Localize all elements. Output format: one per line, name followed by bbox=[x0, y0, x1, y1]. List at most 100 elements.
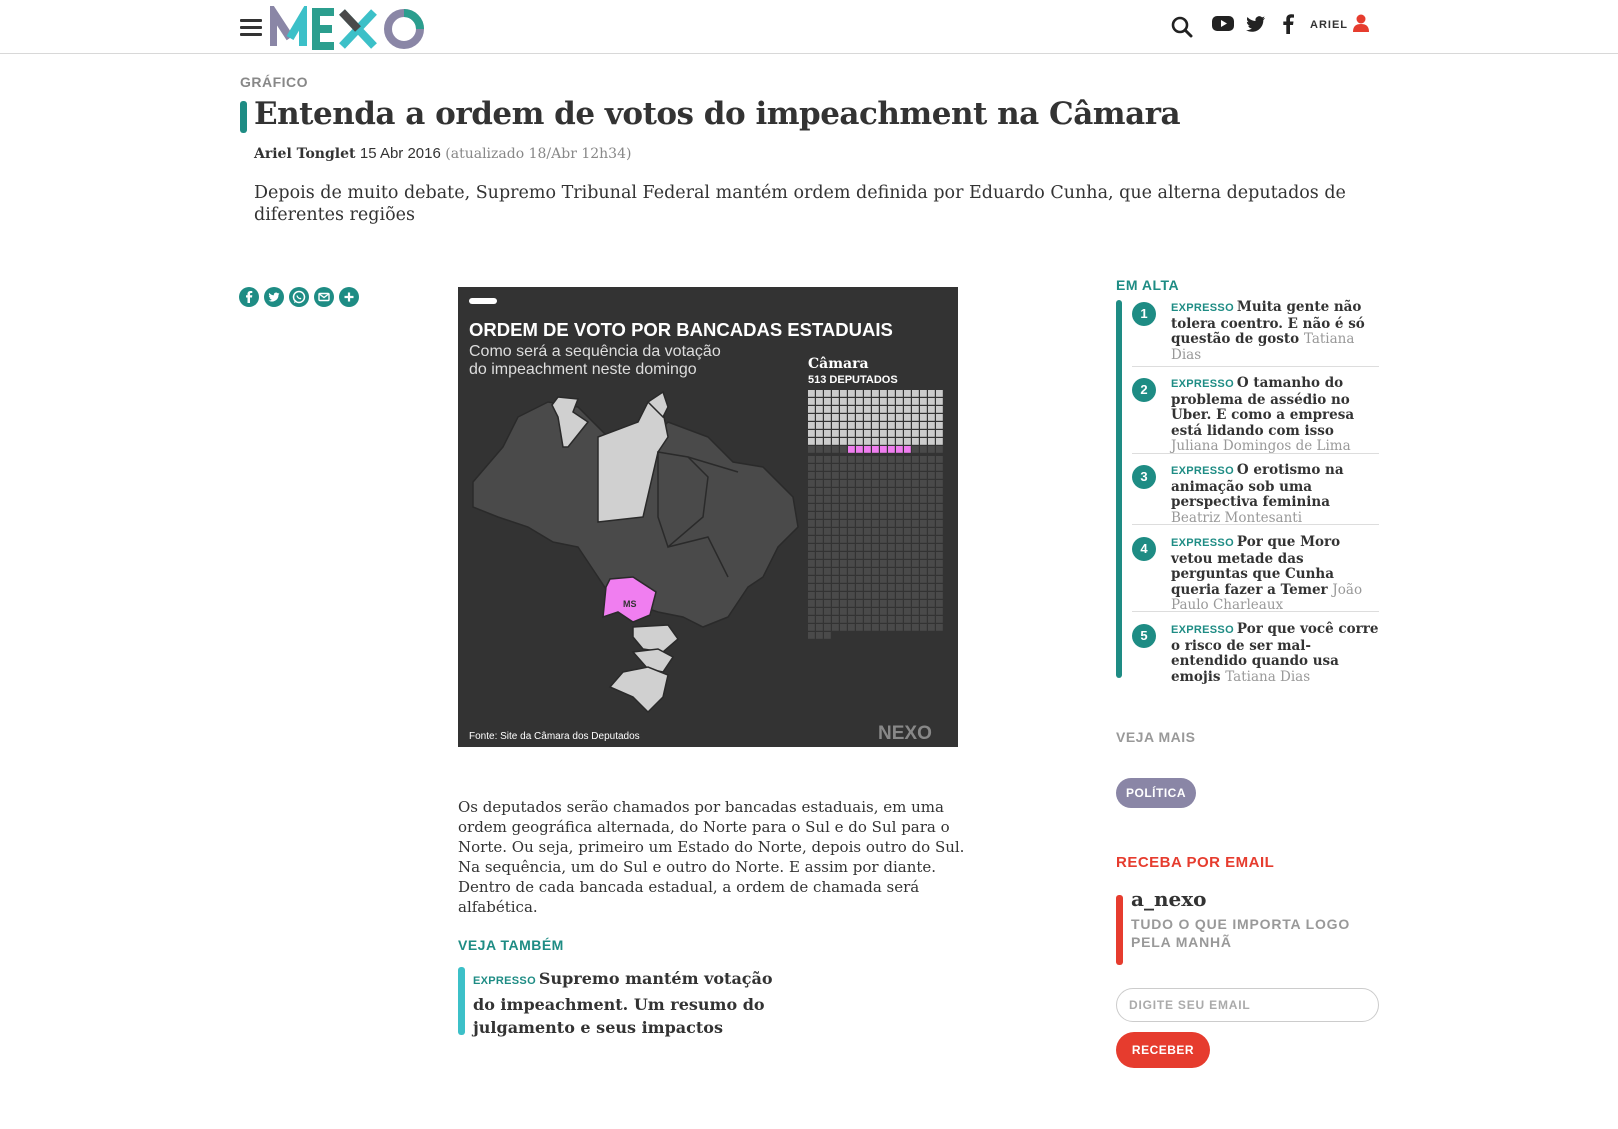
article-title: Entenda a ordem de votos do impeachment … bbox=[254, 96, 1181, 132]
seat bbox=[856, 464, 863, 471]
nexo-logo[interactable] bbox=[269, 0, 430, 50]
related-article-link[interactable]: EXPRESSO Supremo mantém votação do impeac… bbox=[473, 967, 783, 1039]
trending-item[interactable]: 2 EXPRESSO O tamanho do problema de asséd… bbox=[1132, 375, 1379, 455]
seat bbox=[832, 560, 839, 567]
graphic-subtitle-2: do impeachment neste domingo bbox=[469, 361, 697, 378]
politica-tag[interactable]: POLÍTICA bbox=[1116, 778, 1196, 808]
seat bbox=[872, 608, 879, 615]
seat bbox=[808, 504, 815, 511]
trending-item-text[interactable]: EXPRESSO O tamanho do problema de assédio… bbox=[1171, 375, 1379, 455]
seat bbox=[824, 600, 831, 607]
article-kicker[interactable]: GRÁFICO bbox=[240, 74, 308, 90]
seat bbox=[848, 398, 855, 405]
seat bbox=[936, 480, 943, 487]
whatsapp-share-icon[interactable] bbox=[289, 287, 309, 307]
seat bbox=[832, 504, 839, 511]
seat bbox=[888, 438, 895, 445]
trending-item-text[interactable]: EXPRESSO Por que você corre o risco de se… bbox=[1171, 621, 1379, 685]
seat bbox=[816, 528, 823, 535]
expresso-tag: EXPRESSO bbox=[1171, 465, 1234, 477]
seat bbox=[872, 390, 879, 397]
trending-item-text[interactable]: EXPRESSO Por que Moro vetou metade das pe… bbox=[1171, 534, 1379, 614]
seat bbox=[824, 430, 831, 437]
facebook-icon[interactable] bbox=[1282, 14, 1294, 38]
seat bbox=[808, 480, 815, 487]
seat bbox=[896, 560, 903, 567]
seat bbox=[896, 456, 903, 463]
twitter-icon[interactable] bbox=[1246, 15, 1266, 37]
author-name[interactable]: Ariel Tonglet bbox=[254, 146, 355, 162]
seat bbox=[912, 446, 919, 453]
seat bbox=[816, 480, 823, 487]
trending-author[interactable]: Beatriz Montesanti bbox=[1171, 510, 1302, 526]
seat bbox=[928, 512, 935, 519]
trending-item[interactable]: 3 EXPRESSO O erotismo na animação sob uma… bbox=[1132, 462, 1379, 526]
trending-item[interactable]: 5 EXPRESSO Por que você corre o risco de … bbox=[1132, 621, 1379, 685]
seat bbox=[920, 488, 927, 495]
seat bbox=[920, 544, 927, 551]
seat bbox=[832, 438, 839, 445]
seat bbox=[832, 406, 839, 413]
email-share-icon[interactable] bbox=[314, 287, 334, 307]
seat bbox=[936, 552, 943, 559]
seat bbox=[912, 456, 919, 463]
seat bbox=[880, 504, 887, 511]
seat bbox=[936, 608, 943, 615]
seat bbox=[896, 496, 903, 503]
seat bbox=[936, 528, 943, 535]
trending-item[interactable]: 4 EXPRESSO Por que Moro vetou metade das … bbox=[1132, 534, 1379, 614]
seat bbox=[848, 600, 855, 607]
facebook-share-icon[interactable] bbox=[239, 287, 259, 307]
seat bbox=[848, 584, 855, 591]
user-icon[interactable] bbox=[1353, 14, 1369, 36]
seat bbox=[912, 568, 919, 575]
trending-item-text[interactable]: EXPRESSO O erotismo na animação sob uma p… bbox=[1171, 462, 1379, 526]
email-field[interactable] bbox=[1116, 988, 1379, 1022]
seat bbox=[896, 398, 903, 405]
seat bbox=[880, 560, 887, 567]
seat bbox=[840, 544, 847, 551]
menu-icon[interactable] bbox=[240, 19, 262, 37]
seat bbox=[840, 576, 847, 583]
seat bbox=[840, 536, 847, 543]
seat bbox=[832, 616, 839, 623]
seat bbox=[888, 422, 895, 429]
seat bbox=[896, 438, 903, 445]
youtube-icon[interactable] bbox=[1212, 15, 1234, 37]
trending-author[interactable]: Tatiana Dias bbox=[1225, 669, 1310, 685]
seat bbox=[880, 536, 887, 543]
seat bbox=[840, 528, 847, 535]
seat bbox=[840, 398, 847, 405]
seat bbox=[816, 552, 823, 559]
related-accent-bar bbox=[458, 967, 465, 1035]
seat bbox=[832, 414, 839, 421]
trending-item-text[interactable]: EXPRESSO Muita gente não tolera coentro. … bbox=[1171, 299, 1379, 363]
receber-button[interactable]: RECEBER bbox=[1116, 1032, 1210, 1068]
trending-author[interactable]: Juliana Domingos de Lima bbox=[1171, 438, 1351, 454]
seat bbox=[808, 464, 815, 471]
ms-state-label: MS bbox=[623, 599, 637, 609]
seat bbox=[904, 406, 911, 413]
user-name[interactable]: ARIEL bbox=[1310, 19, 1348, 31]
seat bbox=[848, 488, 855, 495]
seat bbox=[912, 504, 919, 511]
seat bbox=[832, 512, 839, 519]
seat bbox=[928, 406, 935, 413]
trending-item[interactable]: 1 EXPRESSO Muita gente não tolera coentro… bbox=[1132, 299, 1379, 367]
seat bbox=[912, 488, 919, 495]
search-icon[interactable] bbox=[1171, 16, 1193, 42]
seat bbox=[872, 576, 879, 583]
seat bbox=[856, 406, 863, 413]
seat bbox=[936, 600, 943, 607]
seat bbox=[816, 536, 823, 543]
seat bbox=[832, 584, 839, 591]
seat bbox=[808, 608, 815, 615]
seat bbox=[912, 600, 919, 607]
seat bbox=[840, 464, 847, 471]
seat bbox=[880, 496, 887, 503]
plus-share-icon[interactable] bbox=[339, 287, 359, 307]
seat bbox=[904, 398, 911, 405]
seat bbox=[840, 414, 847, 421]
twitter-share-icon[interactable] bbox=[264, 287, 284, 307]
seat bbox=[928, 536, 935, 543]
